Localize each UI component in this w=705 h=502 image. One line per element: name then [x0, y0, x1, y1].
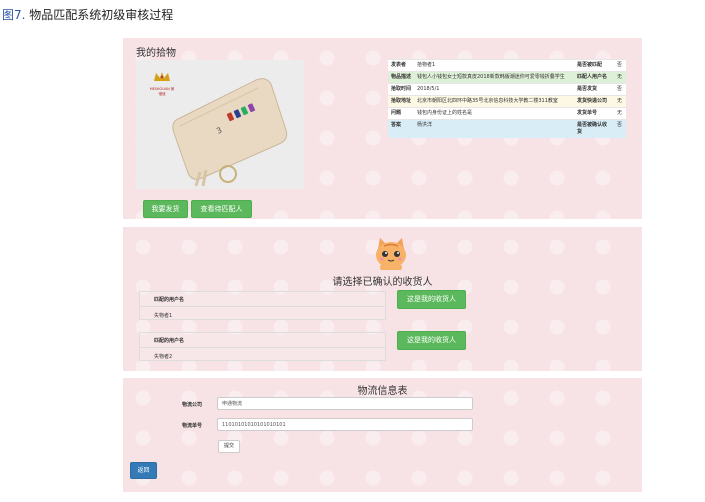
detail-key: 发货单号 — [574, 107, 614, 120]
match-card: 匹配的用户名 失物者2 — [139, 332, 386, 361]
detail-value: 钱包人小钱包女士短款真皮2018新款韩版潮迷你可爱零钱折叠学生 — [414, 71, 574, 84]
detail-value: 无 — [614, 71, 626, 84]
detail-value: 无 — [614, 95, 626, 108]
table-row: 拾取时间 2018/5/1 是否发货 否 — [388, 83, 626, 96]
confirm-recipient-button[interactable]: 这是我的收货人 — [397, 331, 466, 350]
detail-key: 拾取地址 — [388, 95, 414, 108]
logistics-title: 物流信息表 — [357, 386, 408, 397]
tracking-number-input[interactable]: 11010101010101010101 — [217, 418, 473, 431]
match-username: 失物者2 — [154, 354, 173, 360]
detail-key: 答案 — [388, 119, 414, 138]
tracking-number-label: 物流单号 — [182, 423, 203, 429]
detail-key: 拾取时间 — [388, 83, 414, 96]
detail-key: 发表者 — [388, 59, 414, 72]
back-button[interactable]: 返回 — [130, 462, 157, 479]
company-label: 物流公司 — [182, 402, 203, 408]
found-item-details-table: 发表者 拾物者1 是否被匹配 否 物品描述 钱包人小钱包女士短款真皮2018新款… — [388, 59, 626, 138]
detail-value: 钱包内身份证上的姓名是 — [414, 107, 574, 120]
view-matches-button[interactable]: 查看待匹配人 — [191, 200, 252, 218]
match-label: 匹配的用户名 — [154, 338, 185, 344]
table-row: 物品描述 钱包人小钱包女士短款真皮2018新款韩版潮迷你可爱零钱折叠学生 匹配人… — [388, 71, 626, 84]
logistics-panel: 物流信息表 物流公司 申通物流 物流单号 1101010101010101010… — [123, 378, 642, 492]
select-recipient-panel: 请选择已确认的收货人 匹配的用户名 失物者1 这是我的收货人 匹配的用户名 失物… — [123, 227, 642, 371]
detail-value: 拾物者1 — [414, 59, 574, 72]
table-row: 问题 钱包内身份证上的姓名是 发货单号 无 — [388, 107, 626, 120]
detail-key: 是否被匹配 — [574, 59, 614, 72]
figure-caption: 图7. 物品匹配系统初级审核过程 — [2, 6, 173, 23]
detail-value: 杨洪洋 — [414, 119, 574, 138]
detail-value: 否 — [614, 83, 626, 96]
detail-key: 问题 — [388, 107, 414, 120]
detail-value: 否 — [614, 59, 626, 72]
cat-mascot-icon — [376, 238, 406, 270]
found-item-panel: 我的拾物 MEIXIGUAN 美惜冠 3 我要发货 查看待匹配人 发表者 拾物者 — [123, 38, 642, 219]
divider — [140, 306, 385, 307]
found-item-title: 我的拾物 — [136, 48, 176, 59]
company-input[interactable]: 申通物流 — [217, 397, 473, 410]
detail-key: 发货快递公司 — [574, 95, 614, 108]
match-label: 匹配的用户名 — [154, 297, 185, 303]
figure-number: 图7. — [2, 8, 26, 22]
detail-value: 无 — [614, 107, 626, 120]
detail-key: 是否被确认收货 — [574, 119, 614, 138]
wallet-icon: 3 — [172, 78, 288, 187]
detail-key: 是否发货 — [574, 83, 614, 96]
figure-title: 物品匹配系统初级审核过程 — [25, 8, 174, 22]
detail-key: 匹配人用户名 — [574, 71, 614, 84]
detail-value: 否 — [614, 119, 626, 138]
detail-value: 2018/5/1 — [414, 83, 574, 96]
table-row: 拾取地址 北京市朝阳区北四环中路35号北京信息科技大学教二楼311教室 发货快递… — [388, 95, 626, 108]
detail-value: 北京市朝阳区北四环中路35号北京信息科技大学教二楼311教室 — [414, 95, 574, 108]
submit-button[interactable]: 提交 — [218, 440, 240, 453]
wallet-photo: MEIXIGUAN 美惜冠 3 — [136, 60, 304, 189]
match-card: 匹配的用户名 失物者1 — [139, 291, 386, 320]
table-row: 发表者 拾物者1 是否被匹配 否 — [388, 59, 626, 72]
table-row: 答案 杨洪洋 是否被确认收货 否 — [388, 119, 626, 138]
confirm-recipient-button[interactable]: 这是我的收货人 — [397, 290, 466, 309]
ship-button[interactable]: 我要发货 — [143, 200, 188, 218]
divider — [140, 347, 385, 348]
match-username: 失物者1 — [154, 313, 173, 319]
select-recipient-heading: 请选择已确认的收货人 — [332, 277, 433, 288]
detail-key: 物品描述 — [388, 71, 414, 84]
